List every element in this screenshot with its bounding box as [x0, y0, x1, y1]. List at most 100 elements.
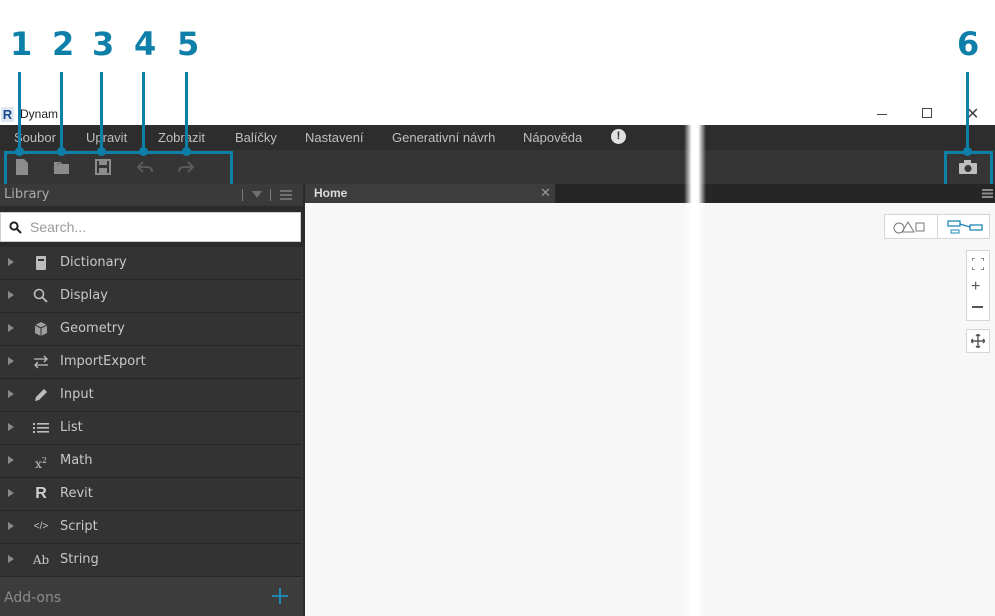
- restore-icon[interactable]: [922, 108, 932, 118]
- search-input[interactable]: Search...: [30, 219, 86, 235]
- library-item-label: Display: [60, 288, 108, 303]
- search-icon: [9, 221, 22, 234]
- library-item-label: Input: [60, 387, 94, 402]
- menu-settings[interactable]: Nastavení: [305, 130, 364, 145]
- addons-label: Add-ons: [4, 590, 62, 606]
- tab-label: Home: [314, 186, 348, 200]
- callout-2: 2: [52, 25, 75, 63]
- library-item-geometry[interactable]: Geometry: [0, 313, 301, 346]
- library-item-label: ImportExport: [60, 354, 146, 369]
- geometry-shapes-icon: [893, 221, 925, 234]
- expand-arrow-icon[interactable]: [8, 390, 14, 398]
- graph-view-button[interactable]: [938, 215, 989, 238]
- callout-1-line: [18, 72, 21, 154]
- expand-arrow-icon[interactable]: [8, 456, 14, 464]
- expand-arrow-icon[interactable]: [8, 555, 14, 563]
- library-item-list[interactable]: List: [0, 412, 301, 445]
- library-item-label: List: [60, 420, 83, 435]
- cube-icon: [34, 322, 48, 336]
- callout-4: 4: [134, 25, 157, 63]
- callout-4-dot: [139, 147, 148, 156]
- list-icon: [33, 423, 49, 433]
- expand-arrow-icon[interactable]: [8, 291, 14, 299]
- library-item-importexport[interactable]: ImportExport: [0, 346, 301, 379]
- filter-icon[interactable]: [252, 191, 262, 198]
- library-title: Library: [4, 187, 50, 202]
- library-item-display[interactable]: Display: [0, 280, 301, 313]
- revit-r-icon: R: [35, 485, 47, 502]
- library-item-label: String: [60, 552, 99, 567]
- library-item-string[interactable]: Ab String: [0, 544, 301, 577]
- addons-section[interactable]: Add-ons: [0, 577, 303, 616]
- library-item-revit[interactable]: R Revit: [0, 478, 301, 511]
- menu-help[interactable]: Nápověda: [523, 130, 582, 145]
- library-search-box[interactable]: Search...: [0, 212, 301, 242]
- callout-4-line: [142, 72, 145, 154]
- library-item-script[interactable]: </> Script: [0, 511, 301, 544]
- expand-arrow-icon[interactable]: [8, 258, 14, 266]
- swap-arrows-icon: [34, 355, 48, 369]
- menu-edit[interactable]: Upravit: [86, 130, 127, 145]
- expand-arrow-icon[interactable]: [8, 489, 14, 497]
- workspace-tab-strip: Home ✕: [305, 184, 995, 203]
- workspace-canvas[interactable]: +: [305, 203, 995, 616]
- library-item-input[interactable]: Input: [0, 379, 301, 412]
- library-list: Dictionary Display Geometry ImportExport…: [0, 247, 303, 577]
- library-item-label: Geometry: [60, 321, 125, 336]
- callout-5-line: [185, 72, 188, 154]
- menu-generative-design[interactable]: Generativní návrh: [392, 130, 495, 145]
- fit-view-icon[interactable]: [971, 257, 985, 271]
- callout-3: 3: [92, 25, 115, 63]
- callout-6-dot: [963, 147, 972, 156]
- zoom-in-icon[interactable]: +: [971, 279, 980, 295]
- callout-3-line: [100, 72, 103, 154]
- expand-arrow-icon[interactable]: [8, 324, 14, 332]
- pan-icon[interactable]: [971, 334, 985, 348]
- callout-5-dot: [182, 147, 191, 156]
- title-bar: R Dynam ✕: [0, 104, 995, 125]
- callout-5: 5: [177, 25, 200, 63]
- expand-arrow-icon[interactable]: [8, 357, 14, 365]
- expand-arrow-icon[interactable]: [8, 522, 14, 530]
- revit-logo-icon: R: [1, 107, 14, 122]
- image-cut-gap: [684, 104, 706, 616]
- x-squared-icon: x2: [32, 453, 50, 471]
- library-item-label: Revit: [60, 486, 93, 501]
- callout-3-dot: [97, 147, 106, 156]
- book-icon: [36, 256, 46, 270]
- callout-6: 6: [957, 25, 980, 63]
- view-toggle: [884, 214, 990, 239]
- window-title: Dynam: [20, 107, 59, 121]
- library-header: Library: [0, 184, 303, 206]
- geometry-view-button[interactable]: [885, 215, 937, 238]
- callout-2-line: [60, 72, 63, 154]
- alert-icon[interactable]: !: [611, 129, 626, 144]
- ab-text-icon: Ab: [32, 553, 50, 567]
- layout-menu-icon[interactable]: [280, 190, 292, 200]
- tab-home[interactable]: Home ✕: [305, 184, 555, 203]
- library-item-dictionary[interactable]: Dictionary: [0, 247, 301, 280]
- add-icon[interactable]: [272, 588, 288, 604]
- callout-box-export: [944, 151, 993, 188]
- callout-1: 1: [10, 25, 33, 63]
- library-item-math[interactable]: x2 Math: [0, 445, 301, 478]
- callout-6-line: [966, 72, 969, 154]
- zoom-out-icon[interactable]: [972, 306, 983, 308]
- workspace-menu-icon[interactable]: [982, 189, 993, 198]
- divider: [242, 189, 243, 201]
- magnifier-icon: [33, 288, 48, 303]
- math-glyph: x: [35, 457, 42, 471]
- expand-arrow-icon[interactable]: [8, 423, 14, 431]
- zoom-controls: +: [966, 250, 990, 321]
- code-icon: </>: [33, 521, 49, 532]
- menu-packages[interactable]: Balíčky: [235, 130, 277, 145]
- menu-view[interactable]: Zobrazit: [158, 130, 205, 145]
- pan-control: [966, 329, 990, 353]
- library-item-label: Script: [60, 519, 98, 534]
- menu-bar: Soubor Upravit Zobrazit Balíčky Nastaven…: [0, 125, 995, 150]
- pencil-icon: [35, 389, 47, 401]
- close-tab-icon[interactable]: ✕: [540, 185, 551, 201]
- callout-box-toolbar-group: [4, 151, 233, 188]
- minimize-icon[interactable]: [877, 114, 887, 115]
- library-item-label: Dictionary: [60, 255, 127, 270]
